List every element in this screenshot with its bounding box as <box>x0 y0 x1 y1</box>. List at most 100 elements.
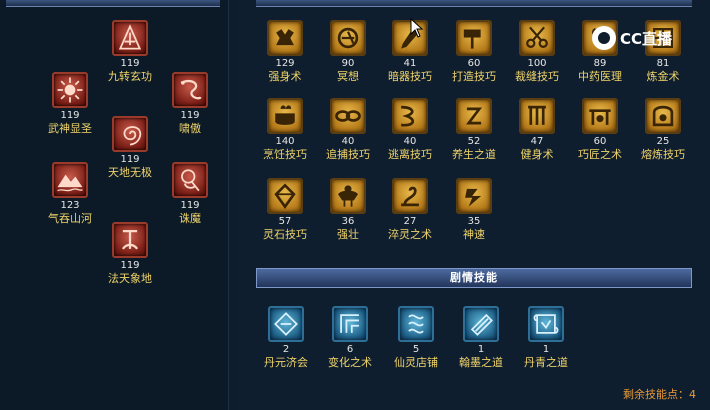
meditation-icon <box>330 20 366 56</box>
skill-level: 52 <box>467 136 481 147</box>
demon-slayer-icon <box>172 162 208 198</box>
skill-level: 5 <box>412 344 420 355</box>
spirit-stone-icon <box>267 178 303 214</box>
left-panel-top-border <box>6 0 220 7</box>
painting-scroll-icon <box>528 306 564 342</box>
skill-taoli-jiqiao[interactable]: 40 逃离技巧 <box>374 98 446 161</box>
skill-level: 6 <box>346 344 354 355</box>
skill-qitun-shanhe[interactable]: 123 气吞山河 <box>34 162 106 225</box>
strong-body-icon <box>267 20 303 56</box>
skill-qiaojiang-zhishu[interactable]: 60 巧匠之术 <box>564 98 636 161</box>
cc-live-watermark: CC直播 <box>592 26 672 50</box>
story-skills-header: 剧情技能 <box>256 268 692 288</box>
dragon-icon <box>172 72 208 108</box>
health-icon <box>456 98 492 134</box>
skill-level: 89 <box>593 58 607 69</box>
hammer-icon <box>456 20 492 56</box>
skill-name: 灵石技巧 <box>263 228 307 241</box>
skill-name: 打造技巧 <box>452 70 496 83</box>
tornado-rune-icon <box>112 20 148 56</box>
skill-name: 神速 <box>463 228 485 241</box>
skill-name: 暗器技巧 <box>388 70 432 83</box>
remaining-skill-points: 剩余技能点：4 <box>623 388 696 401</box>
skill-pengren-jiqiao[interactable]: 140 烹饪技巧 <box>249 98 321 161</box>
skill-name: 熔炼技巧 <box>641 148 685 161</box>
skill-level: 57 <box>278 216 292 227</box>
skill-level: 47 <box>530 136 544 147</box>
skill-danqing-zhidao[interactable]: 1 丹青之道 <box>510 306 582 369</box>
skill-name: 淬灵之术 <box>388 228 432 241</box>
skill-name: 丹青之道 <box>524 356 568 369</box>
skill-level: 41 <box>403 58 417 69</box>
skill-level: 25 <box>656 136 670 147</box>
craftsman-icon <box>582 98 618 134</box>
skill-level: 1 <box>477 344 485 355</box>
cooking-pot-icon <box>267 98 303 134</box>
skill-level: 27 <box>403 216 417 227</box>
skill-bianhua-zhishu[interactable]: 6 变化之术 <box>314 306 386 369</box>
skill-name: 炼金术 <box>646 70 680 83</box>
skill-caifeng-jiqiao[interactable]: 100 裁缝技巧 <box>501 20 573 83</box>
ink-brush-icon <box>463 306 499 342</box>
skill-name: 裁缝技巧 <box>515 70 559 83</box>
skill-level: 100 <box>527 58 547 69</box>
skill-level: 60 <box>467 58 481 69</box>
skill-dazao-jiqiao[interactable]: 60 打造技巧 <box>438 20 510 83</box>
skill-jianshenshu[interactable]: 47 健身术 <box>501 98 573 161</box>
heaven-symbol-icon <box>112 222 148 258</box>
skill-name: 中药医理 <box>578 70 622 83</box>
right-panel-top-border <box>256 0 692 7</box>
quench-icon <box>392 178 428 214</box>
escape-icon <box>392 98 428 134</box>
sunburst-icon <box>52 72 88 108</box>
skill-level: 2 <box>282 344 290 355</box>
scissors-icon <box>519 20 555 56</box>
skill-level: 81 <box>656 58 670 69</box>
skill-lingshi-jiqiao[interactable]: 57 灵石技巧 <box>249 178 321 241</box>
skill-level: 60 <box>593 136 607 147</box>
skill-name: 烹饪技巧 <box>263 148 307 161</box>
muscle-icon <box>330 178 366 214</box>
skill-level: 123 <box>60 200 80 211</box>
skill-fatian-xiangdi[interactable]: 119 法天象地 <box>94 222 166 285</box>
skill-ronglian-jiqiao[interactable]: 25 熔炼技巧 <box>627 98 699 161</box>
skill-cuiling-zhishu[interactable]: 27 淬灵之术 <box>374 178 446 241</box>
skill-qiangshenshu[interactable]: 129 强身术 <box>249 20 321 83</box>
skill-level: 119 <box>120 58 140 69</box>
skill-name: 养生之道 <box>452 148 496 161</box>
skill-name: 法天象地 <box>108 272 152 285</box>
watermark-text: CC直播 <box>620 29 673 48</box>
vortex-icon <box>112 116 148 152</box>
skill-yangsheng-zhidao[interactable]: 52 养生之道 <box>438 98 510 161</box>
skill-name: 逃离技巧 <box>388 148 432 161</box>
fairy-shop-icon <box>398 306 434 342</box>
skill-level: 129 <box>275 58 295 69</box>
mouse-cursor-icon <box>410 18 424 38</box>
fitness-icon <box>519 98 555 134</box>
skill-name: 丹元济会 <box>264 356 308 369</box>
elixir-icon <box>268 306 304 342</box>
skill-name: 翰墨之道 <box>459 356 503 369</box>
transform-icon <box>332 306 368 342</box>
skill-name: 巧匠之术 <box>578 148 622 161</box>
skill-danyuan-jihui[interactable]: 2 丹元济会 <box>250 306 322 369</box>
chain-icon <box>330 98 366 134</box>
cc-logo-icon <box>592 26 616 50</box>
skill-level: 119 <box>120 260 140 271</box>
speed-icon <box>456 178 492 214</box>
skill-name: 健身术 <box>520 148 554 161</box>
skill-level: 140 <box>275 136 295 147</box>
furnace-icon <box>645 98 681 134</box>
skill-hanmo-zhidao[interactable]: 1 翰墨之道 <box>445 306 517 369</box>
skill-name: 强身术 <box>268 70 302 83</box>
skill-level: 40 <box>403 136 417 147</box>
skill-level: 119 <box>180 200 200 211</box>
skill-level: 1 <box>542 344 550 355</box>
skill-level: 35 <box>467 216 481 227</box>
skill-zhumo[interactable]: 119 诛魔 <box>154 162 226 225</box>
skill-name: 变化之术 <box>328 356 372 369</box>
skill-name: 仙灵店铺 <box>394 356 438 369</box>
skill-shensu[interactable]: 35 神速 <box>438 178 510 241</box>
mountain-wave-icon <box>52 162 88 198</box>
skill-xianling-dianpu[interactable]: 5 仙灵店铺 <box>380 306 452 369</box>
